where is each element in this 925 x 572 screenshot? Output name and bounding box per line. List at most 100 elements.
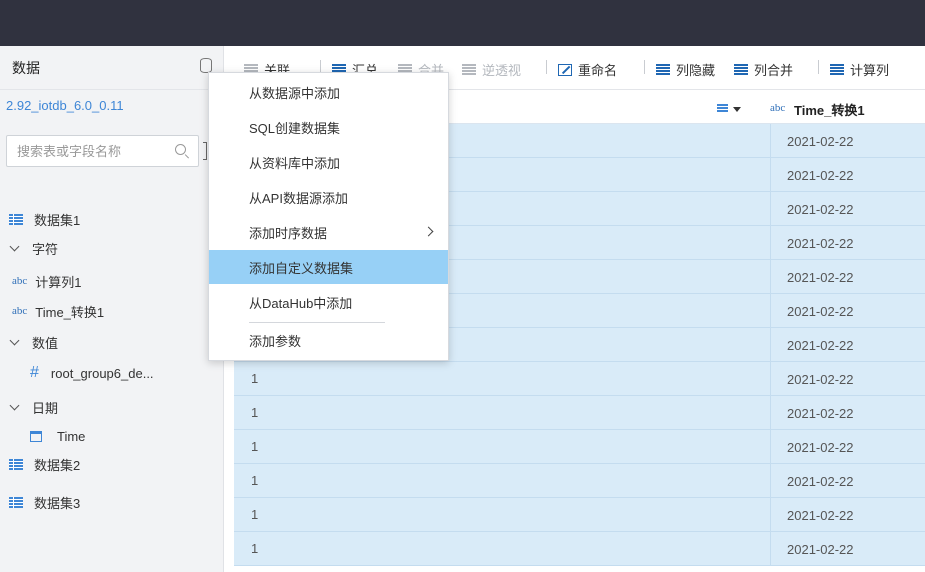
- table-row[interactable]: 1 2021-02-22: [234, 430, 925, 464]
- cell-value: 1: [251, 507, 259, 522]
- tree-field-root-group[interactable]: # root_group6_de...: [30, 357, 154, 389]
- cell-date: 2021-02-22: [770, 464, 925, 498]
- chevron-down-icon[interactable]: [9, 400, 20, 410]
- cell-date: 2021-02-22: [770, 226, 925, 260]
- cell-date: 2021-02-22: [770, 328, 925, 362]
- cell-date: 2021-02-22: [770, 498, 925, 532]
- cell-value: 1: [251, 473, 259, 488]
- menu-item-label: 添加自定义数据集: [249, 260, 354, 276]
- tree-item-label: 计算列1: [35, 274, 82, 290]
- tree-item-label: Time_转换1: [35, 304, 105, 320]
- toolbar-divider: [818, 60, 819, 74]
- calculated-column-label: 计算列: [850, 63, 890, 78]
- cell-date: 2021-02-22: [770, 362, 925, 396]
- connection-name[interactable]: 2.92_iotdb_6.0_0.11: [6, 98, 124, 113]
- tree-group-number[interactable]: 数值: [9, 326, 59, 358]
- menu-item-from-repository[interactable]: 从资料库中添加: [209, 145, 448, 179]
- database-icon[interactable]: [200, 58, 212, 73]
- menu-item-custom-dataset[interactable]: 添加自定义数据集: [209, 250, 448, 284]
- column-title[interactable]: Time_转换1: [794, 100, 865, 119]
- menu-item-sql-dataset[interactable]: SQL创建数据集: [209, 110, 448, 144]
- tree-field-calc-column[interactable]: abc 计算列1: [12, 265, 82, 297]
- toolbar-divider: [546, 60, 547, 74]
- hide-columns-icon: [656, 63, 670, 76]
- menu-item-label: 从数据源中添加: [249, 85, 341, 101]
- menu-item-from-datasource[interactable]: 从数据源中添加: [209, 75, 448, 109]
- cell-date: 2021-02-22: [770, 294, 925, 328]
- add-dataset-menu: 从数据源中添加 SQL创建数据集 从资料库中添加 从API数据源添加 添加时序数…: [208, 72, 449, 361]
- rename-button[interactable]: 重命名: [558, 60, 617, 79]
- dataset-icon: [9, 213, 23, 225]
- search-box[interactable]: [6, 135, 199, 167]
- dataset-icon: [9, 496, 23, 508]
- cell-value: 1: [251, 405, 259, 420]
- table-row[interactable]: 1 2021-02-22: [234, 396, 925, 430]
- merge-columns-label: 列合并: [754, 63, 794, 78]
- cell-value: 1: [251, 439, 259, 454]
- calendar-icon: [30, 430, 42, 442]
- chevron-down-icon[interactable]: [9, 241, 20, 251]
- menu-item-from-datahub[interactable]: 从DataHub中添加: [209, 285, 448, 319]
- number-type-icon: #: [30, 364, 39, 381]
- tree-item-label: 数据集2: [34, 457, 81, 473]
- unpivot-button[interactable]: 逆透视: [462, 60, 521, 79]
- tree-dataset-3[interactable]: 数据集3: [9, 486, 80, 518]
- cell-date: 2021-02-22: [770, 532, 925, 566]
- unpivot-label: 逆透视: [482, 63, 522, 78]
- tree-item-label: 数值: [32, 335, 59, 351]
- tree-item-label: 字符: [32, 241, 59, 257]
- cell-date: 2021-02-22: [770, 124, 925, 158]
- rename-label: 重命名: [578, 63, 618, 78]
- cell-date: 2021-02-22: [770, 192, 925, 226]
- text-type-icon: abc: [12, 275, 28, 287]
- menu-item-label: 从DataHub中添加: [249, 295, 353, 311]
- dataset-icon: [9, 458, 23, 470]
- column-menu-icon[interactable]: [717, 104, 728, 113]
- menu-item-label: 添加参数: [249, 333, 302, 349]
- table-row[interactable]: 1 2021-02-22: [234, 532, 925, 566]
- hide-columns-label: 列隐藏: [676, 63, 716, 78]
- tree-dataset-2[interactable]: 数据集2: [9, 448, 80, 480]
- filter-icon[interactable]: [203, 142, 207, 160]
- top-bar: [0, 0, 925, 46]
- cell-value: 1: [251, 371, 259, 386]
- cell-value: 1: [251, 541, 259, 556]
- chevron-right-icon: [423, 226, 434, 237]
- menu-item-label: 从资料库中添加: [249, 155, 341, 171]
- table-row[interactable]: 1 2021-02-22: [234, 498, 925, 532]
- tree-field-time-converted[interactable]: abc Time_转换1: [12, 295, 104, 327]
- sidebar-title: 数据: [12, 59, 40, 76]
- tree-item-label: 数据集3: [34, 495, 81, 511]
- menu-item-from-api[interactable]: 从API数据源添加: [209, 180, 448, 214]
- sidebar-header: 数据: [0, 46, 224, 90]
- menu-item-add-parameter[interactable]: 添加参数: [209, 323, 448, 357]
- merge-columns-button[interactable]: 列合并: [734, 60, 793, 79]
- cell-date: 2021-02-22: [770, 396, 925, 430]
- unpivot-icon: [462, 63, 476, 76]
- menu-item-label: SQL创建数据集: [249, 120, 341, 136]
- tree-group-string[interactable]: 字符: [9, 232, 59, 264]
- toolbar-divider: [644, 60, 645, 74]
- menu-item-label: 从API数据源添加: [249, 190, 348, 206]
- cell-date: 2021-02-22: [770, 158, 925, 192]
- calculated-column-button[interactable]: 计算列: [830, 60, 889, 79]
- menu-item-label: 添加时序数据: [249, 225, 328, 241]
- tree-item-label: 日期: [32, 400, 59, 416]
- merge-columns-icon: [734, 63, 748, 76]
- hide-columns-button[interactable]: 列隐藏: [656, 60, 715, 79]
- cell-date: 2021-02-22: [770, 430, 925, 464]
- cell-date: 2021-02-22: [770, 260, 925, 294]
- search-icon[interactable]: [175, 144, 186, 155]
- table-row[interactable]: 1 2021-02-22: [234, 362, 925, 396]
- table-row[interactable]: 1 2021-02-22: [234, 464, 925, 498]
- chevron-down-icon[interactable]: [9, 335, 20, 345]
- menu-item-add-timeseries[interactable]: 添加时序数据: [209, 215, 448, 249]
- tree-dataset-1[interactable]: 数据集1: [9, 203, 80, 235]
- tree-group-date[interactable]: 日期: [9, 391, 59, 423]
- tree-item-label: Time: [57, 428, 86, 444]
- search-input[interactable]: [17, 143, 167, 159]
- tree-item-label: 数据集1: [34, 212, 81, 228]
- sidebar: 数据 2.92_iotdb_6.0_0.11 数据集1 字符 abc 计算列1 …: [0, 46, 224, 572]
- caret-down-icon[interactable]: [733, 107, 741, 112]
- tree-item-label: root_group6_de...: [50, 365, 154, 381]
